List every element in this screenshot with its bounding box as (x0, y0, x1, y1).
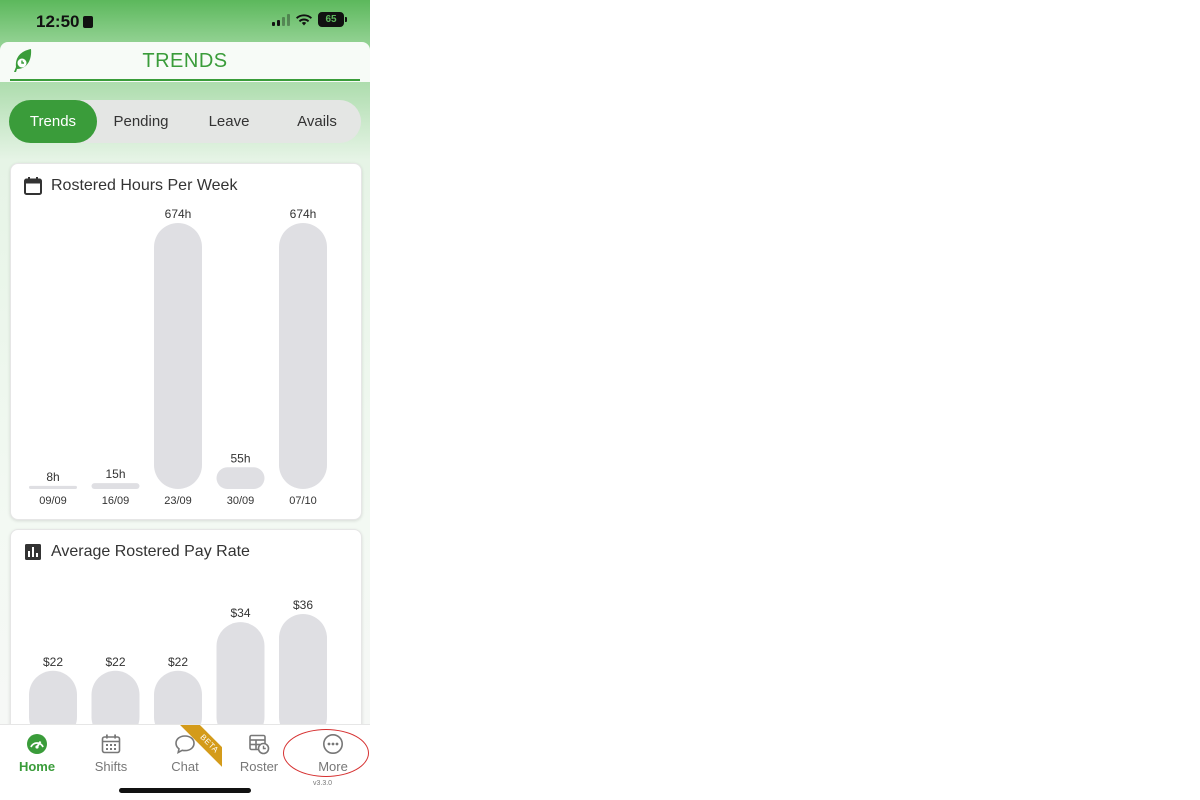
header: TRENDS (0, 42, 370, 82)
nav-roster-label: Roster (239, 759, 279, 774)
bar-23/09 (154, 223, 202, 489)
page-title: TRENDS (142, 50, 228, 72)
status-bar: 12:50 65 (0, 0, 370, 42)
contact-icon (83, 16, 94, 28)
x-tick-label: 07/10 (289, 495, 317, 507)
tab-pending[interactable]: Pending (97, 100, 185, 143)
tab-bar: Trends Pending Leave Avails (9, 100, 361, 143)
roster-clock-icon (249, 734, 270, 755)
nav-home[interactable]: Home (2, 733, 72, 774)
status-time: 12:50 (36, 12, 94, 32)
more-highlight-annotation (283, 729, 369, 777)
calendar-icon (101, 734, 121, 754)
bar-09/09 (29, 485, 77, 489)
x-tick-label: 23/09 (164, 495, 192, 507)
bar-30/09 (216, 467, 265, 489)
x-tick-label: 30/09 (227, 495, 255, 507)
data-label: $22 (105, 655, 125, 669)
data-label: 15h (105, 467, 125, 481)
wifi-icon (296, 13, 312, 25)
battery-icon: 65 (318, 12, 347, 27)
rostered-hours-chart: 8h 09/09 15h 16/09 674h 23/09 55h 30/09 674h 07/1… (29, 207, 327, 507)
beta-badge: BETA (178, 725, 222, 769)
data-label: 55h (230, 451, 250, 465)
nav-shifts[interactable]: Shifts (76, 733, 146, 774)
x-tick-label: 09/09 (39, 495, 67, 507)
nav-home-label: Home (18, 759, 56, 774)
app-version: v3.3.0 (313, 780, 333, 787)
tab-avails[interactable]: Avails (273, 100, 361, 143)
data-label: $34 (230, 606, 250, 620)
data-label: $22 (43, 655, 63, 669)
home-indicator (119, 788, 251, 793)
signal-icon (272, 13, 290, 26)
tab-leave[interactable]: Leave (185, 100, 273, 143)
phone-screen: 12:50 65 TRENDS Trends Pending Leave Ava… (0, 0, 370, 800)
bar-07/10 (279, 223, 327, 489)
tab-trends[interactable]: Trends (9, 100, 97, 143)
bar-07/10 (279, 614, 327, 741)
nav-shifts-label: Shifts (94, 759, 128, 774)
data-label: $36 (293, 598, 313, 612)
dashboard-icon (27, 734, 47, 754)
data-label: 674h (290, 207, 317, 221)
data-label: 674h (165, 207, 192, 221)
data-label: 8h (46, 470, 59, 484)
rostered-hours-card: Rostered Hours Per Week 8h 09/09 15h 16/09 6… (10, 163, 362, 520)
data-label: $22 (168, 655, 188, 669)
title-underline (10, 79, 360, 81)
bar-16/09 (91, 483, 140, 489)
x-tick-label: 16/09 (102, 495, 130, 507)
